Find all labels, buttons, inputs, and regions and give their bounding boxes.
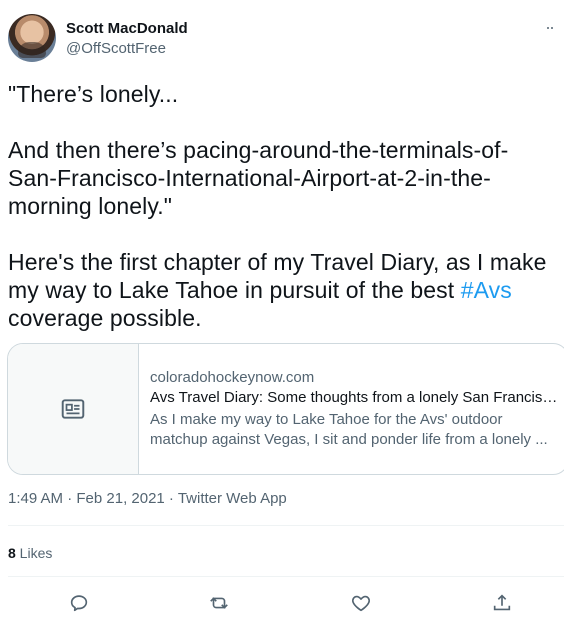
card-description: As I make my way to Lake Tahoe for the A… <box>150 411 548 448</box>
tweet-timestamp[interactable]: 1:49 AM · Feb 21, 2021 · Twitter Web App <box>8 490 287 507</box>
like-icon[interactable] <box>350 592 372 614</box>
tweet-text-end: coverage possible. <box>8 305 202 331</box>
user-handle[interactable]: @OffScottFree <box>66 40 166 57</box>
tweet-text: "There’s lonely... And then there’s paci… <box>8 80 556 332</box>
share-icon[interactable] <box>491 592 513 614</box>
likes-number: 8 <box>8 545 16 561</box>
divider <box>8 576 564 577</box>
avatar[interactable] <box>8 14 56 62</box>
user-name[interactable]: Scott MacDonald <box>66 20 188 37</box>
more-options-icon[interactable] <box>542 20 558 36</box>
tweet-header: Scott MacDonald @OffScottFree <box>8 14 564 64</box>
article-icon <box>61 399 85 419</box>
reply-icon[interactable] <box>68 592 90 614</box>
hashtag-link[interactable]: #Avs <box>461 277 512 303</box>
link-card[interactable]: coloradohockeynow.com Avs Travel Diary: … <box>7 343 564 475</box>
card-thumbnail <box>8 344 139 474</box>
card-title: Avs Travel Diary: Some thoughts from a l… <box>150 389 560 406</box>
likes-count[interactable]: 8 Likes <box>8 545 52 561</box>
likes-label: Likes <box>15 545 53 561</box>
action-bar <box>0 592 564 616</box>
tweet-text-body: "There’s lonely... And then there’s paci… <box>8 81 547 303</box>
divider <box>8 525 564 526</box>
retweet-icon[interactable] <box>208 592 230 614</box>
card-text: coloradohockeynow.com Avs Travel Diary: … <box>150 368 560 450</box>
card-domain: coloradohockeynow.com <box>150 369 315 386</box>
